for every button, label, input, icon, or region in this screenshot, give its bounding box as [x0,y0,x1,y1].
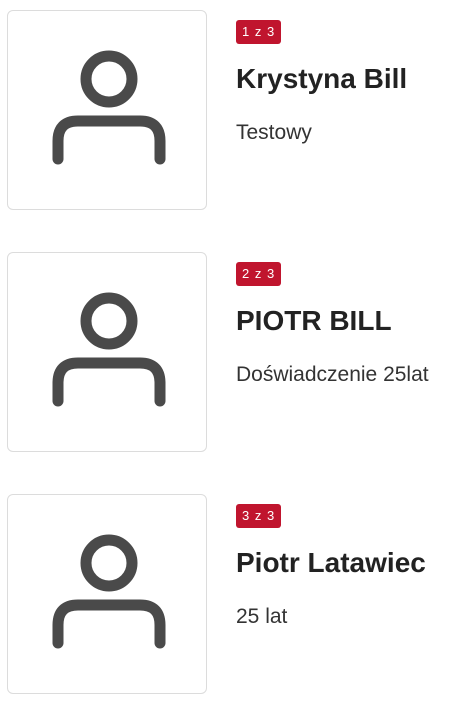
people-list: 1 z 3 Krystyna Bill Testowy 2 z 3 PIOTR … [0,0,471,726]
person-card[interactable]: 2 z 3 PIOTR BILL Doświadczenie 25lat [0,242,471,484]
person-info: 1 z 3 Krystyna Bill Testowy [236,20,471,146]
person-info: 3 z 3 Piotr Latawiec 25 lat [236,504,471,630]
person-card[interactable]: 1 z 3 Krystyna Bill Testowy [0,0,471,242]
position-badge: 2 z 3 [236,262,282,286]
person-name[interactable]: Krystyna Bill [236,62,471,96]
avatar[interactable] [7,252,207,452]
position-badge: 1 z 3 [236,20,282,44]
person-description: Testowy [236,121,312,144]
user-placeholder-icon [52,534,166,649]
person-description: Doświadczenie 25lat [236,363,429,386]
person-card[interactable]: 3 z 3 Piotr Latawiec 25 lat [0,484,471,726]
avatar[interactable] [7,10,207,210]
person-info: 2 z 3 PIOTR BILL Doświadczenie 25lat [236,262,471,388]
person-description: 25 lat [236,605,288,628]
position-badge: 3 z 3 [236,504,282,528]
user-placeholder-icon [52,292,166,407]
avatar[interactable] [7,494,207,694]
user-placeholder-icon [52,50,166,165]
person-name[interactable]: Piotr Latawiec [236,546,471,580]
person-name[interactable]: PIOTR BILL [236,304,471,338]
